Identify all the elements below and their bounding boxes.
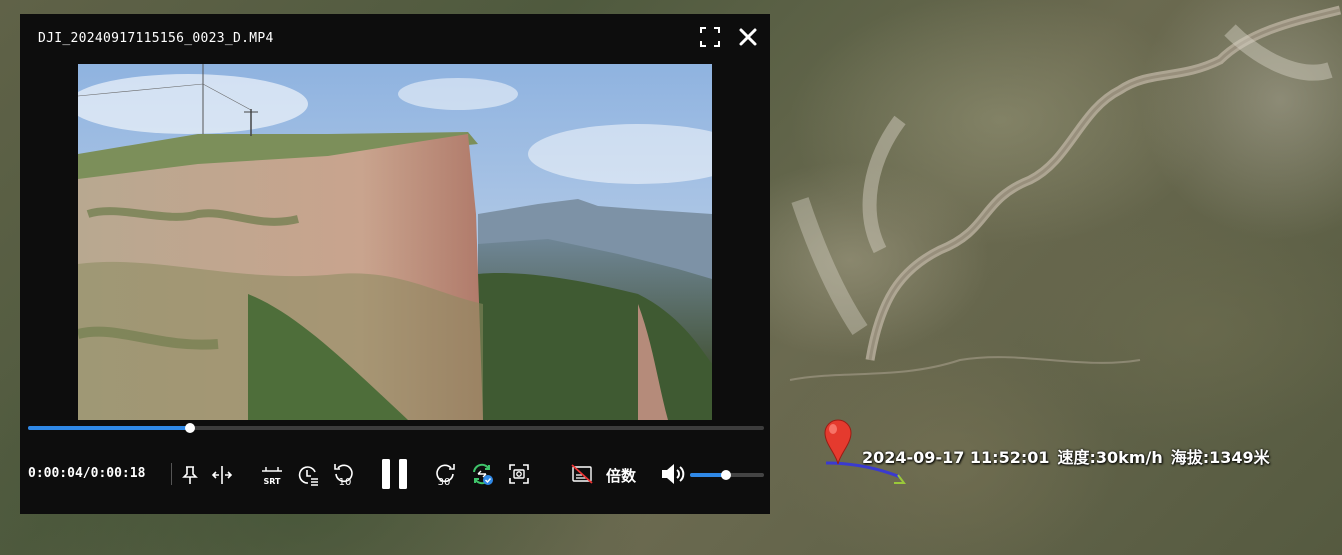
progress-bar[interactable] <box>28 423 764 433</box>
timer-list-icon[interactable] <box>296 463 320 487</box>
telemetry-label: 2024-09-17 11:52:01 速度:30km/h 海拔:1349米 <box>862 444 1278 468</box>
time-display: 0:00:04/0:00:18 <box>28 466 146 481</box>
volume-icon[interactable] <box>660 462 688 486</box>
rewind-label: 10 <box>339 477 352 488</box>
srt-label: SRT <box>263 477 281 486</box>
forward-label: 30 <box>438 477 451 488</box>
video-player-window[interactable]: DJI_20240917115156_0023_D.MP4 0:00:04/0:… <box>20 14 770 514</box>
close-icon[interactable] <box>736 25 760 49</box>
screenshot-icon[interactable] <box>508 463 530 485</box>
video-scene <box>78 64 712 420</box>
playback-speed-button[interactable]: 倍数 <box>606 465 636 486</box>
rewind-10-button[interactable]: 10 <box>332 462 356 488</box>
telemetry-datetime: 2024-09-17 11:52:01 <box>862 448 1050 467</box>
pause-button[interactable] <box>380 457 410 491</box>
volume-slider[interactable] <box>690 470 764 480</box>
split-icon[interactable] <box>211 465 233 485</box>
telemetry-speed: 速度:30km/h <box>1057 448 1163 467</box>
video-file-title: DJI_20240917115156_0023_D.MP4 <box>38 31 274 46</box>
player-titlebar: DJI_20240917115156_0023_D.MP4 <box>20 14 770 64</box>
forward-30-button[interactable]: 30 <box>433 462 457 488</box>
hide-subtitle-icon[interactable] <box>571 464 593 484</box>
srt-subtitle-button[interactable]: SRT <box>260 463 284 487</box>
pause-icon <box>382 459 407 489</box>
progress-handle[interactable] <box>184 423 195 433</box>
control-divider <box>171 463 172 485</box>
map-location-marker[interactable] <box>822 418 854 470</box>
pin-icon[interactable] <box>182 465 198 485</box>
sync-icon[interactable] <box>470 462 494 486</box>
fullscreen-icon[interactable] <box>699 26 721 48</box>
volume-handle[interactable] <box>720 470 731 480</box>
telemetry-altitude: 海拔:1349米 <box>1170 448 1270 467</box>
video-frame[interactable] <box>78 64 712 420</box>
progress-fill <box>28 426 190 430</box>
